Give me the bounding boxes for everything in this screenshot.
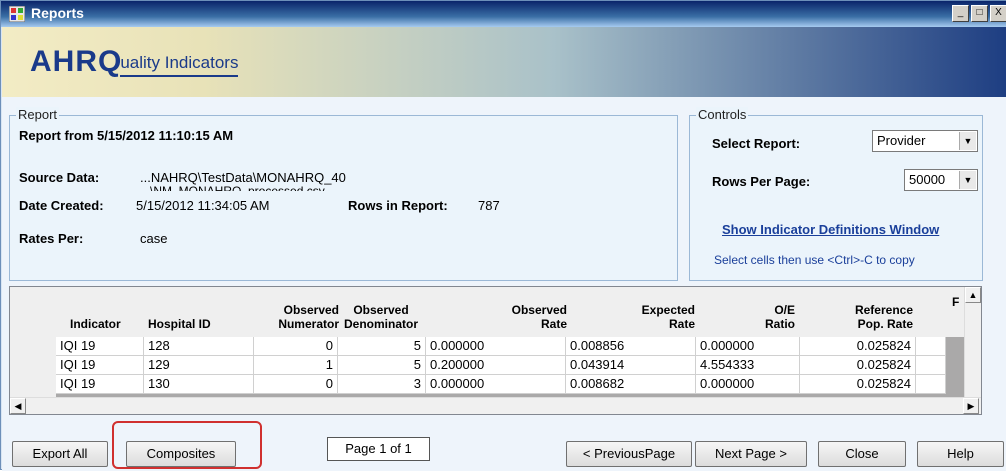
table-cell[interactable]: 1 [254, 356, 338, 375]
controls-group: Controls Select Report: Provider ▼ Rows … [689, 107, 983, 281]
source-data-value: ...NAHRQ\TestData\MONAHRQ_40 [140, 170, 346, 185]
table-cell[interactable]: 0 [254, 375, 338, 394]
column-header-truncated[interactable]: F [952, 287, 964, 337]
table-cell[interactable]: 0.025824 [800, 375, 916, 394]
rows-per-page-value: 50000 [909, 172, 946, 187]
date-created-label: Date Created: [19, 198, 104, 213]
table-cell[interactable]: IQI 19 [56, 375, 144, 394]
column-header-observed-rate[interactable]: Observed Rate [430, 287, 567, 337]
select-report-label: Select Report: [712, 136, 801, 151]
controls-legend: Controls [696, 107, 749, 122]
page-indicator: Page 1 of 1 [327, 437, 430, 461]
grid-header: Indicator Hospital ID Observed Numerator … [10, 287, 965, 337]
table-cell[interactable]: 0.008682 [566, 375, 696, 394]
copy-hint: Select cells then use <Ctrl>-C to copy [714, 253, 915, 267]
next-page-button[interactable]: Next Page > [695, 441, 807, 467]
logo-quality-indicators-text: uality Indicators [120, 53, 239, 77]
table-cell[interactable] [916, 356, 946, 375]
window-title: Reports [31, 5, 84, 21]
chevron-down-icon[interactable]: ▼ [959, 171, 976, 189]
row-header-column [10, 337, 56, 397]
table-cell[interactable]: 0.008856 [566, 337, 696, 356]
table-cell[interactable]: 0.000000 [426, 375, 566, 394]
close-window-button[interactable]: X [990, 5, 1006, 22]
logo-ahrq-text: AHRQ [30, 45, 123, 78]
source-data-label: Source Data: [19, 170, 100, 185]
report-legend: Report [16, 107, 60, 122]
column-header-indicator[interactable]: Indicator [70, 287, 140, 337]
table-cell[interactable]: 0.200000 [426, 356, 566, 375]
main-panel: Report Report from 5/15/2012 11:10:15 AM… [2, 97, 1006, 471]
table-cell[interactable]: IQI 19 [56, 356, 144, 375]
ahrq-banner: AHRQ uality Indicators [2, 27, 1006, 97]
scroll-left-icon[interactable]: ◀ [10, 398, 26, 414]
scroll-up-icon[interactable]: ▲ [965, 287, 981, 303]
table-cell[interactable]: 0.043914 [566, 356, 696, 375]
ahrq-logo: AHRQ uality Indicators [30, 45, 239, 78]
minimize-button[interactable]: _ [952, 5, 969, 22]
rates-per-label: Rates Per: [19, 231, 84, 246]
source-data-value-line2: \NM_MONAHRQ_processed.csv [150, 185, 325, 191]
table-cell[interactable]: 130 [144, 375, 254, 394]
export-all-button[interactable]: Export All [12, 441, 108, 467]
column-header-expected-rate[interactable]: Expected Rate [567, 287, 695, 337]
column-header-observed-numerator[interactable]: Observed Numerator [255, 287, 339, 337]
previous-page-button[interactable]: < PreviousPage [566, 441, 692, 467]
scroll-right-icon[interactable]: ▶ [963, 398, 979, 414]
table-cell[interactable]: 128 [144, 337, 254, 356]
table-cell[interactable]: 0.025824 [800, 337, 916, 356]
column-header-reference-pop-rate[interactable]: Reference Pop. Rate [795, 287, 913, 337]
table-cell[interactable]: 129 [144, 356, 254, 375]
horizontal-scrollbar[interactable]: ◀ ▶ [10, 397, 981, 414]
column-header-observed-denominator[interactable]: Observed Denominator [339, 287, 423, 337]
table-cell[interactable]: IQI 19 [56, 337, 144, 356]
rows-in-report-label: Rows in Report: [348, 198, 448, 213]
date-created-value: 5/15/2012 11:34:05 AM [136, 198, 270, 213]
composites-highlight-annotation [112, 421, 262, 469]
title-bar: Reports _ □ X [1, 1, 1006, 27]
app-icon [9, 6, 25, 22]
help-button[interactable]: Help [917, 441, 1004, 467]
chevron-down-icon[interactable]: ▼ [959, 132, 976, 150]
table-cell[interactable] [916, 375, 946, 394]
table-cell[interactable]: 0.000000 [426, 337, 566, 356]
table-cell[interactable]: 0.000000 [696, 337, 800, 356]
table-cell[interactable] [916, 337, 946, 356]
report-heading: Report from 5/15/2012 11:10:15 AM [19, 128, 234, 143]
table-cell[interactable]: 0.025824 [800, 356, 916, 375]
rows-per-page-dropdown[interactable]: 50000 ▼ [904, 169, 978, 191]
table-cell[interactable]: 4.554333 [696, 356, 800, 375]
table-cell[interactable]: 0 [254, 337, 338, 356]
table-cell[interactable]: 3 [338, 375, 426, 394]
show-indicator-definitions-link[interactable]: Show Indicator Definitions Window [722, 222, 939, 237]
rows-per-page-label: Rows Per Page: [712, 174, 811, 189]
results-grid[interactable]: Indicator Hospital ID Observed Numerator … [9, 286, 982, 415]
close-button[interactable]: Close [818, 441, 906, 467]
table-cell[interactable]: 5 [338, 337, 426, 356]
column-header-hospital-id[interactable]: Hospital ID [148, 287, 248, 337]
select-report-dropdown[interactable]: Provider ▼ [872, 130, 978, 152]
report-group: Report Report from 5/15/2012 11:10:15 AM… [9, 107, 678, 281]
table-cell[interactable]: 0.000000 [696, 375, 800, 394]
table-cell[interactable]: 5 [338, 356, 426, 375]
reports-window: Reports _ □ X AHRQ uality Indicators Rep… [0, 0, 1006, 471]
maximize-button[interactable]: □ [971, 5, 988, 22]
rates-per-value: case [140, 231, 168, 246]
vertical-scrollbar[interactable]: ▲ [964, 287, 981, 397]
rows-in-report-value: 787 [478, 198, 500, 213]
select-report-value: Provider [877, 133, 926, 148]
column-header-oe-ratio[interactable]: O/E Ratio [695, 287, 795, 337]
